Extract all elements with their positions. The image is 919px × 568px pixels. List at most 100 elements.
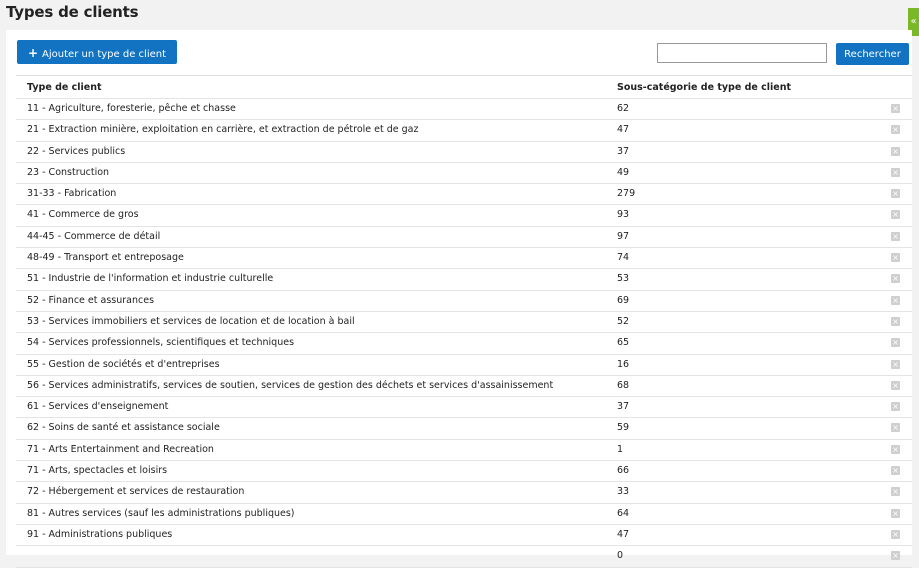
subcategory-count: 47 <box>617 528 630 540</box>
table-row[interactable]: 21 - Extraction minière, exploitation en… <box>16 120 912 142</box>
column-header-subcategory[interactable]: Sous-catégorie de type de client <box>617 76 791 99</box>
subcategory-count: 64 <box>617 507 630 519</box>
table-row[interactable]: 0 × <box>16 546 912 568</box>
client-type-name[interactable]: 61 - Services d'enseignement <box>27 397 168 417</box>
client-type-name[interactable]: 22 - Services publics <box>27 142 125 162</box>
client-type-name[interactable]: 71 - Arts Entertainment and Recreation <box>27 440 214 460</box>
add-client-type-button[interactable]: + Ajouter un type de client <box>17 40 177 64</box>
client-types-table: Type de client Sous-catégorie de type de… <box>16 75 912 568</box>
subcategory-count: 37 <box>617 401 630 413</box>
delete-icon[interactable]: × <box>891 338 900 348</box>
delete-icon[interactable]: × <box>891 466 900 476</box>
table-row[interactable]: 52 - Finance et assurances 69 × <box>16 291 912 312</box>
delete-icon[interactable]: × <box>891 167 900 177</box>
client-type-name[interactable]: 41 - Commerce de gros <box>27 205 139 225</box>
delete-icon[interactable]: × <box>891 316 900 326</box>
subcategory-count: 1 <box>617 443 624 455</box>
add-button-label: Ajouter un type de client <box>42 49 167 60</box>
delete-icon[interactable]: × <box>891 551 900 561</box>
table-row[interactable]: 31-33 - Fabrication 279 × <box>16 184 912 206</box>
search-button[interactable]: Rechercher <box>836 43 909 65</box>
table-row[interactable]: 48-49 - Transport et entreposage 74 × <box>16 248 912 270</box>
subcategory-count: 33 <box>617 486 630 498</box>
client-type-name[interactable]: 81 - Autres services (sauf les administr… <box>27 504 295 524</box>
delete-icon[interactable]: × <box>891 295 900 305</box>
plus-icon: + <box>27 46 39 60</box>
delete-icon[interactable]: × <box>891 274 900 284</box>
subcategory-count: 69 <box>617 294 630 306</box>
search-input[interactable] <box>657 43 827 63</box>
client-type-name[interactable]: 55 - Gestion de sociétés et d'entreprise… <box>27 355 220 375</box>
client-type-name[interactable]: 21 - Extraction minière, exploitation en… <box>27 120 419 140</box>
header-bar: Types de clients <box>0 0 919 30</box>
client-type-name[interactable]: 52 - Finance et assurances <box>27 291 154 311</box>
client-type-name[interactable]: 91 - Administrations publiques <box>27 525 172 545</box>
client-type-name[interactable]: 31-33 - Fabrication <box>27 184 116 204</box>
subcategory-count: 53 <box>617 273 630 285</box>
client-type-name[interactable]: 48-49 - Transport et entreposage <box>27 248 184 268</box>
table-row[interactable]: 54 - Services professionnels, scientifiq… <box>16 333 912 355</box>
table-body: 11 - Agriculture, foresterie, pêche et c… <box>16 99 912 568</box>
content-panel: + Ajouter un type de client Rechercher Ty… <box>6 30 912 568</box>
subcategory-count: 37 <box>617 145 630 157</box>
client-type-name[interactable]: 71 - Arts, spectacles et loisirs <box>27 461 167 481</box>
subcategory-count: 0 <box>617 550 624 562</box>
client-type-name[interactable]: 51 - Industrie de l'information et indus… <box>27 269 273 289</box>
table-row[interactable]: 91 - Administrations publiques 47 × <box>16 525 912 547</box>
delete-icon[interactable]: × <box>891 359 900 369</box>
subcategory-count: 49 <box>617 166 630 178</box>
table-row[interactable]: 56 - Services administratifs, services d… <box>16 376 912 398</box>
delete-icon[interactable]: × <box>891 210 900 220</box>
subcategory-count: 74 <box>617 252 630 264</box>
client-type-name[interactable]: 44-45 - Commerce de détail <box>27 227 160 247</box>
table-row[interactable]: 23 - Construction 49 × <box>16 163 912 185</box>
client-type-name[interactable]: 23 - Construction <box>27 163 109 183</box>
table-row[interactable]: 41 - Commerce de gros 93 × <box>16 205 912 227</box>
client-type-name[interactable]: 54 - Services professionnels, scientifiq… <box>27 333 294 353</box>
table-row[interactable]: 62 - Soins de santé et assistance social… <box>16 418 912 440</box>
table-row[interactable]: 44-45 - Commerce de détail 97 × <box>16 227 912 249</box>
table-row[interactable]: 71 - Arts Entertainment and Recreation 1 × <box>16 440 912 462</box>
client-type-name[interactable]: 11 - Agriculture, foresterie, pêche et c… <box>27 99 236 119</box>
subcategory-count: 93 <box>617 209 630 221</box>
page-title: Types de clients <box>6 3 139 21</box>
table-row[interactable]: 51 - Industrie de l'information et indus… <box>16 269 912 291</box>
table-row[interactable]: 72 - Hébergement et services de restaura… <box>16 482 912 504</box>
delete-icon[interactable]: × <box>891 529 900 539</box>
delete-icon[interactable]: × <box>891 125 900 135</box>
delete-icon[interactable]: × <box>891 104 900 113</box>
delete-icon[interactable]: × <box>891 508 900 518</box>
delete-icon[interactable]: × <box>891 487 900 497</box>
subcategory-count: 68 <box>617 379 630 391</box>
client-type-name[interactable]: 53 - Services immobiliers et services de… <box>27 312 355 332</box>
delete-icon[interactable]: × <box>891 231 900 241</box>
subcategory-count: 279 <box>617 188 636 200</box>
double-chevron-left-icon: « <box>910 16 917 27</box>
client-type-name[interactable]: 62 - Soins de santé et assistance social… <box>27 418 220 438</box>
column-header-type[interactable]: Type de client <box>27 76 102 99</box>
subcategory-count: 97 <box>617 230 630 242</box>
client-type-name[interactable]: 56 - Services administratifs, services d… <box>27 376 553 396</box>
table-row[interactable]: 53 - Services immobiliers et services de… <box>16 312 912 334</box>
client-type-name[interactable]: 72 - Hébergement et services de restaura… <box>27 482 244 502</box>
subcategory-count: 65 <box>617 337 630 349</box>
delete-icon[interactable]: × <box>891 253 900 263</box>
subcategory-count: 66 <box>617 465 630 477</box>
delete-icon[interactable]: × <box>891 423 900 433</box>
subcategory-count: 62 <box>617 103 630 114</box>
table-header-row: Type de client Sous-catégorie de type de… <box>16 76 912 99</box>
table-row[interactable]: 71 - Arts, spectacles et loisirs 66 × <box>16 461 912 483</box>
delete-icon[interactable]: × <box>891 402 900 412</box>
subcategory-count: 47 <box>617 124 630 136</box>
subcategory-count: 16 <box>617 358 630 370</box>
delete-icon[interactable]: × <box>891 146 900 156</box>
table-row[interactable]: 81 - Autres services (sauf les administr… <box>16 504 912 525</box>
table-row[interactable]: 11 - Agriculture, foresterie, pêche et c… <box>16 99 912 121</box>
delete-icon[interactable]: × <box>891 444 900 454</box>
delete-icon[interactable]: × <box>891 189 900 199</box>
subcategory-count: 59 <box>617 422 630 434</box>
table-row[interactable]: 22 - Services publics 37 × <box>16 142 912 163</box>
table-row[interactable]: 55 - Gestion de sociétés et d'entreprise… <box>16 355 912 376</box>
table-row[interactable]: 61 - Services d'enseignement 37 × <box>16 397 912 419</box>
delete-icon[interactable]: × <box>891 380 900 390</box>
